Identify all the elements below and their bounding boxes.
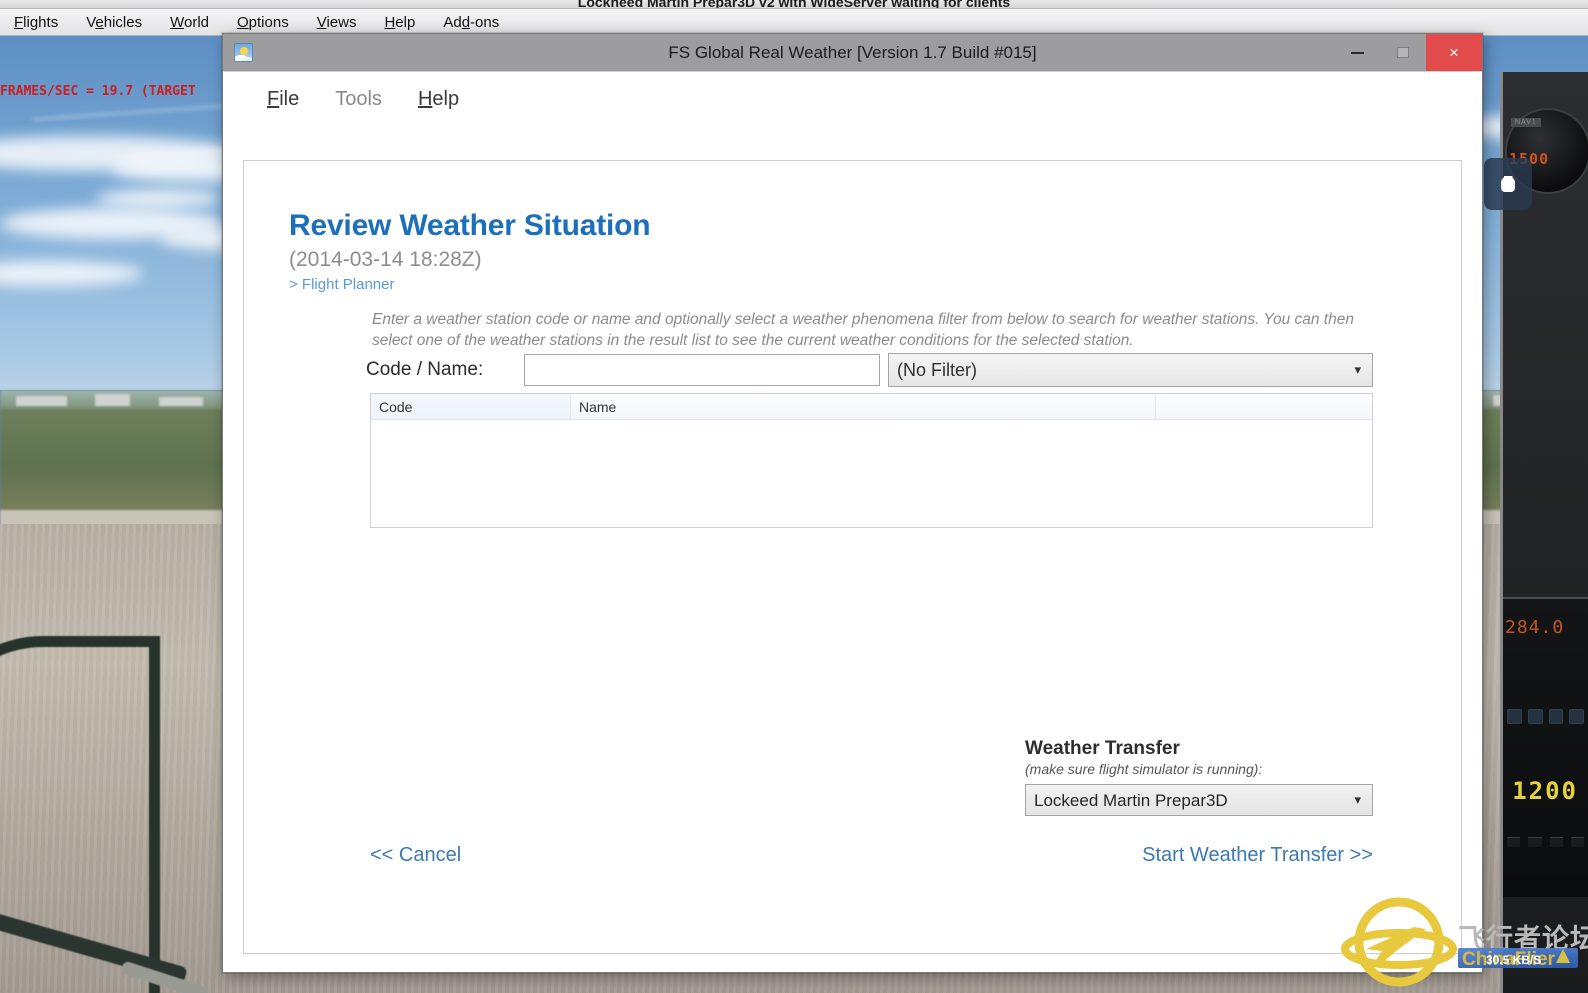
- menu-tools[interactable]: Tools: [317, 88, 400, 111]
- dialog-titlebar[interactable]: FS Global Real Weather [Version 1.7 Buil…: [223, 34, 1482, 71]
- sim-window-title: Lockheed Martin Prepar3D v2 with WideSer…: [577, 0, 1011, 9]
- menu-help[interactable]: Help: [400, 88, 477, 111]
- column-header-code[interactable]: Code: [371, 394, 571, 419]
- phenomena-filter-wrapper: (No Filter) ▾: [888, 353, 1373, 387]
- page-timestamp: (2014-03-14 18:28Z): [289, 248, 482, 271]
- sim-menu-world[interactable]: World: [156, 14, 223, 31]
- weather-transfer-note: (make sure flight simulator is running):: [1025, 761, 1263, 777]
- dialog-body: File Tools Help Review Weather Situation…: [223, 71, 1482, 972]
- search-input[interactable]: [524, 354, 880, 386]
- minimize-button[interactable]: [1334, 34, 1380, 71]
- phenomena-filter-select[interactable]: (No Filter): [888, 353, 1373, 387]
- sim-window-titlebar: Lockheed Martin Prepar3D v2 with WideSer…: [0, 0, 1588, 9]
- sim-menubar[interactable]: Flights Vehicles World Options Views Hel…: [0, 9, 1588, 36]
- sim-menu-views[interactable]: Views: [303, 14, 371, 31]
- window-controls: ×: [1334, 34, 1482, 71]
- search-row: Code / Name: (No Filter) ▾: [366, 353, 1373, 387]
- column-header-name[interactable]: Name: [571, 394, 1156, 419]
- code-name-label: Code / Name:: [366, 359, 484, 380]
- minimize-icon: [1350, 51, 1364, 54]
- cancel-button[interactable]: << Cancel: [370, 844, 461, 867]
- breadcrumb-flight-planner[interactable]: > Flight Planner: [289, 276, 394, 293]
- usb-device-icon: [1484, 158, 1532, 210]
- page-content-frame: Review Weather Situation (2014-03-14 18:…: [243, 160, 1462, 954]
- sim-menu-addons[interactable]: Add-ons: [429, 14, 513, 31]
- sim-menu-help[interactable]: Help: [370, 14, 429, 31]
- radio-frequency-display: 284.0: [1505, 617, 1565, 638]
- sim-menu-options[interactable]: Options: [223, 14, 303, 31]
- results-grid-body[interactable]: [371, 420, 1372, 527]
- fps-overlay: FRAMES/SEC = 19.7 (TARGET: [0, 84, 196, 99]
- weather-transfer-section: Weather Transfer (make sure flight simul…: [1025, 738, 1373, 816]
- dialog-title: FS Global Real Weather [Version 1.7 Buil…: [668, 43, 1037, 62]
- maximize-icon: [1397, 47, 1409, 58]
- fs-global-real-weather-window: FS Global Real Weather [Version 1.7 Buil…: [222, 33, 1483, 973]
- gauge-label: NAV1: [1511, 118, 1541, 127]
- close-button[interactable]: ×: [1426, 34, 1482, 71]
- column-header-extra[interactable]: [1156, 394, 1372, 419]
- sim-menu-vehicles[interactable]: Vehicles: [72, 14, 156, 31]
- results-grid-header: Code Name: [371, 394, 1372, 420]
- close-icon: ×: [1449, 43, 1459, 62]
- results-grid[interactable]: Code Name: [370, 393, 1373, 528]
- weather-transfer-title: Weather Transfer: [1025, 738, 1180, 759]
- transponder-display: 1200: [1512, 777, 1578, 805]
- simulator-select[interactable]: Lockeed Martin Prepar3D: [1025, 784, 1373, 816]
- start-weather-transfer-button[interactable]: Start Weather Transfer >>: [1142, 844, 1373, 867]
- menu-file[interactable]: File: [249, 88, 317, 111]
- radio-button-row-2: [1507, 837, 1584, 847]
- sim-menu-flights[interactable]: Flights: [0, 14, 72, 31]
- instructions-text: Enter a weather station code or name and…: [372, 311, 1354, 349]
- maximize-button[interactable]: [1380, 34, 1426, 71]
- simulator-select-wrapper: Lockeed Martin Prepar3D ▾: [1025, 784, 1373, 816]
- page-title: Review Weather Situation: [289, 209, 651, 242]
- cockpit-instrument-panel: NAV1 1500 284.0 1200: [1500, 72, 1588, 993]
- dialog-menubar[interactable]: File Tools Help: [223, 72, 1482, 126]
- radio-stack: 284.0 1200: [1503, 597, 1588, 897]
- radio-button-row: [1507, 709, 1584, 724]
